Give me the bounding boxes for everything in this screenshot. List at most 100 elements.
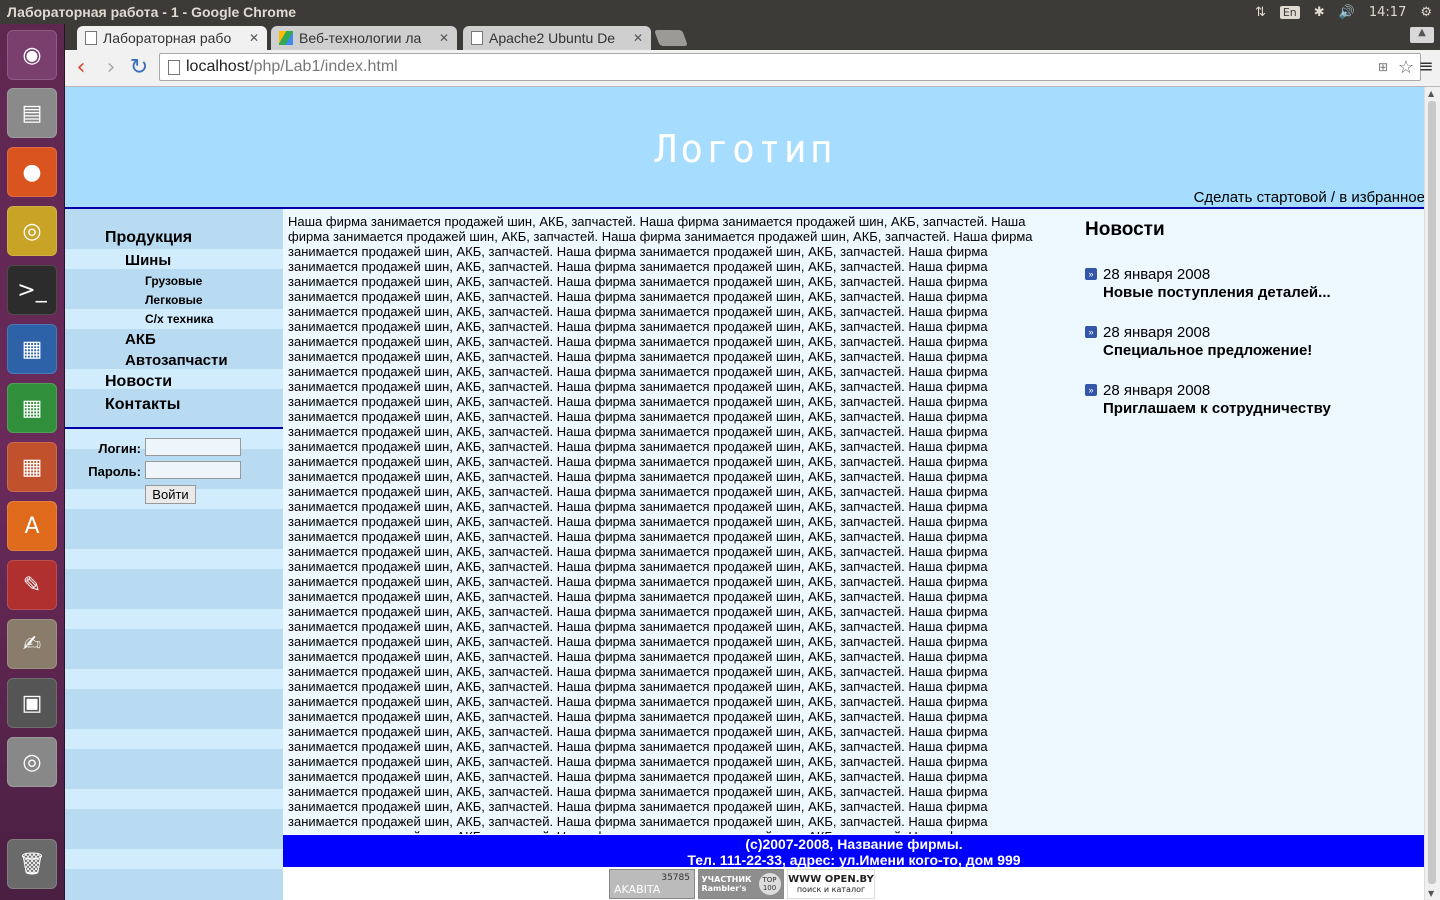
page-viewport: Логотип Сделать стартовой / в избранное … bbox=[65, 87, 1425, 900]
text-editor-icon[interactable]: ✍ bbox=[7, 619, 57, 669]
address-bar[interactable]: localhost/php/Lab1/index.html ⊞ ☆ bbox=[159, 53, 1421, 81]
window-title: Лабораторная работа - 1 - Google Chrome bbox=[7, 4, 297, 20]
main-content: Наша фирма занимается продажей шин, АКБ,… bbox=[283, 209, 1425, 834]
news-date: 28 января 2008 bbox=[1103, 266, 1211, 283]
network-updown-icon[interactable]: ⇅ bbox=[1255, 5, 1266, 20]
back-icon[interactable]: ‹ bbox=[69, 56, 93, 80]
new-tab-button[interactable] bbox=[654, 30, 688, 46]
rambler-label: УЧАСТНИК Rambler's bbox=[701, 875, 752, 893]
url-path: /php/Lab1/index.html bbox=[249, 58, 398, 75]
close-icon[interactable]: ✕ bbox=[633, 31, 643, 45]
url-host: localhost bbox=[186, 58, 250, 75]
news-heading: Новости bbox=[1085, 219, 1165, 240]
akavita-label: AKABITA bbox=[614, 882, 661, 896]
nav-trucks[interactable]: Грузовые bbox=[145, 274, 202, 288]
login-label: Логин: bbox=[98, 441, 141, 456]
ubuntu-dash-icon[interactable]: ◉ bbox=[7, 30, 57, 80]
tab-label: Лабораторная рабо bbox=[103, 30, 232, 46]
close-icon[interactable]: ✕ bbox=[249, 31, 259, 45]
reload-icon[interactable]: ↻ bbox=[127, 56, 151, 80]
close-icon[interactable]: ✕ bbox=[439, 31, 449, 45]
site-header: Логотип Сделать стартовой / в избранное bbox=[65, 87, 1425, 209]
bluetooth-icon[interactable]: ✱ bbox=[1314, 5, 1325, 20]
password-input[interactable] bbox=[145, 461, 241, 479]
page-info-icon[interactable] bbox=[168, 60, 180, 75]
vertical-scrollbar[interactable]: ▲ ▼ bbox=[1424, 87, 1440, 900]
footer-copyright: (c)2007-2008, Название фирмы. bbox=[745, 836, 963, 852]
software-center-icon[interactable]: A bbox=[7, 501, 57, 551]
rambler-counter[interactable]: УЧАСТНИК Rambler's TOP 100 bbox=[698, 869, 784, 899]
page-icon bbox=[471, 31, 483, 45]
nav-tires[interactable]: Шины bbox=[125, 252, 171, 269]
floppy-icon[interactable]: ▣ bbox=[7, 678, 57, 728]
writer-icon[interactable]: ▦ bbox=[7, 324, 57, 374]
password-label: Пароль: bbox=[88, 464, 141, 479]
double-arrow-icon: » bbox=[1085, 268, 1097, 280]
akavita-count: 35785 bbox=[661, 872, 690, 883]
forward-icon[interactable]: › bbox=[99, 56, 123, 80]
openby-label: WWW OPEN.BY bbox=[788, 874, 874, 885]
news-title[interactable]: Новые поступления деталей... bbox=[1103, 284, 1331, 301]
rambler-top: TOP 100 bbox=[758, 873, 781, 895]
profile-icon[interactable]: ▲ bbox=[1410, 27, 1434, 43]
main-text: Наша фирма занимается продажей шин, АКБ,… bbox=[288, 214, 1033, 834]
site-footer: (c)2007-2008, Название фирмы. Тел. 111-2… bbox=[283, 835, 1425, 868]
chrome-menu-icon[interactable]: ≡ bbox=[1416, 58, 1436, 76]
google-drive-icon bbox=[279, 31, 293, 45]
dvd-icon[interactable]: ◎ bbox=[7, 737, 57, 787]
calc-icon[interactable]: ▦ bbox=[7, 383, 57, 433]
clock[interactable]: 14:17 bbox=[1369, 5, 1406, 20]
footer-contacts: Тел. 111-22-33, адрес: ул.Имени кого-то,… bbox=[687, 852, 1021, 868]
news-date: 28 января 2008 bbox=[1103, 324, 1211, 341]
tab-web-tech[interactable]: Веб-технологии ла ✕ bbox=[271, 26, 457, 50]
counters-row: 35785 AKABITA УЧАСТНИК Rambler's TOP 100… bbox=[609, 869, 875, 899]
login-button[interactable]: Войти bbox=[145, 485, 196, 504]
bookmark-star-icon[interactable]: ☆ bbox=[1398, 54, 1414, 80]
system-top-bar: Лабораторная работа - 1 - Google Chrome … bbox=[0, 0, 1440, 24]
nav-products[interactable]: Продукция bbox=[105, 229, 192, 247]
login-input[interactable] bbox=[145, 438, 241, 456]
favorites-link[interactable]: Сделать стартовой / в избранное bbox=[1194, 189, 1425, 206]
impress-icon[interactable]: ▦ bbox=[7, 442, 57, 492]
double-arrow-icon: » bbox=[1085, 326, 1097, 338]
news-title[interactable]: Приглашаем к сотрудничеству bbox=[1103, 400, 1331, 417]
files-icon[interactable]: ▤ bbox=[7, 88, 57, 138]
scrollbar-thumb[interactable] bbox=[1428, 101, 1436, 884]
akavita-counter[interactable]: 35785 AKABITA bbox=[609, 869, 695, 899]
tab-apache[interactable]: Apache2 Ubuntu De ✕ bbox=[463, 26, 651, 50]
openby-counter[interactable]: WWW OPEN.BY поиск и каталог bbox=[787, 869, 875, 899]
translate-icon[interactable]: ⊞ bbox=[1378, 54, 1388, 80]
double-arrow-icon: » bbox=[1085, 384, 1097, 396]
site-logo[interactable]: Логотип bbox=[65, 127, 1425, 171]
news-title[interactable]: Специальное предложение! bbox=[1103, 342, 1312, 359]
system-settings-icon[interactable]: ✎ bbox=[7, 560, 57, 610]
tab-label: Веб-технологии ла bbox=[299, 30, 422, 46]
nav-news[interactable]: Новости bbox=[105, 373, 172, 391]
openby-sub: поиск и каталог bbox=[796, 885, 866, 894]
nav-contacts[interactable]: Контакты bbox=[105, 396, 180, 414]
scroll-up-icon[interactable]: ▲ bbox=[1428, 89, 1434, 98]
power-gear-icon[interactable]: ⚙ bbox=[1420, 5, 1432, 20]
sidebar: Продукция Шины Грузовые Легковые С/х тех… bbox=[65, 209, 283, 900]
news-date: 28 января 2008 bbox=[1103, 382, 1211, 399]
page-icon bbox=[85, 31, 97, 45]
firefox-icon[interactable]: ● bbox=[7, 147, 57, 197]
tab-lab[interactable]: Лабораторная рабо ✕ bbox=[77, 26, 267, 50]
url-text: localhost/php/Lab1/index.html bbox=[186, 54, 398, 80]
tab-strip: Лабораторная рабо ✕ Веб-технологии ла ✕ … bbox=[65, 24, 1440, 50]
browser-toolbar: ‹ › ↻ localhost/php/Lab1/index.html ⊞ ☆ … bbox=[65, 50, 1440, 87]
tab-label: Apache2 Ubuntu De bbox=[489, 30, 616, 46]
nav-batteries[interactable]: АКБ bbox=[125, 331, 156, 348]
keyboard-layout-icon[interactable]: En bbox=[1279, 5, 1300, 19]
launcher: ◉ ▤ ● ◎ >_ ▦ ▦ ▦ A ✎ ✍ ▣ ◎ 🗑 bbox=[0, 24, 65, 900]
volume-icon[interactable]: 🔊 bbox=[1339, 5, 1355, 20]
chrome-icon[interactable]: ◎ bbox=[7, 206, 57, 256]
trash-icon[interactable]: 🗑 bbox=[7, 839, 57, 889]
nav-cars[interactable]: Легковые bbox=[145, 293, 203, 307]
browser-window: Лабораторная рабо ✕ Веб-технологии ла ✕ … bbox=[65, 24, 1440, 900]
terminal-icon[interactable]: >_ bbox=[7, 265, 57, 315]
scroll-down-icon[interactable]: ▼ bbox=[1428, 889, 1434, 898]
system-tray: ⇅ En ✱ 🔊 14:17 ⚙ bbox=[1255, 0, 1440, 24]
nav-agri[interactable]: С/х техника bbox=[145, 312, 213, 326]
nav-autoparts[interactable]: Автозапчасти bbox=[125, 352, 228, 369]
